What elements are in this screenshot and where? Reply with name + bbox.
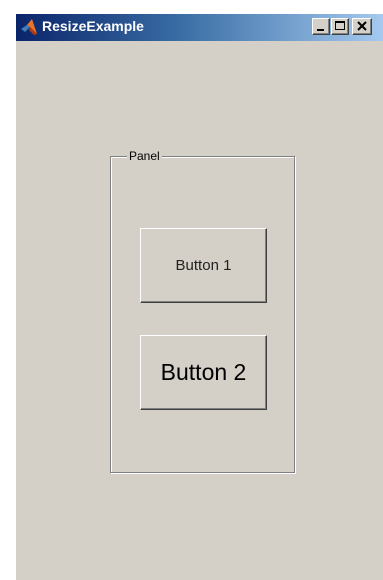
- close-icon: [357, 21, 367, 31]
- panel-title: Panel: [127, 149, 162, 163]
- minimize-button[interactable]: [312, 18, 330, 35]
- close-button[interactable]: [352, 18, 372, 35]
- matlab-logo-icon: [21, 19, 37, 35]
- button-1[interactable]: Button 1: [140, 228, 267, 303]
- title-bar[interactable]: ResizeExample: [16, 14, 383, 41]
- button-2[interactable]: Button 2: [140, 335, 267, 410]
- minimize-icon: [317, 29, 324, 31]
- maximize-button[interactable]: [331, 18, 349, 35]
- maximize-icon: [335, 21, 345, 30]
- window-title: ResizeExample: [42, 18, 144, 34]
- panel-group: Panel Button 1 Button 2: [110, 149, 295, 473]
- matlab-figure-window: ResizeExample Panel Button 1 Button 2: [15, 14, 383, 580]
